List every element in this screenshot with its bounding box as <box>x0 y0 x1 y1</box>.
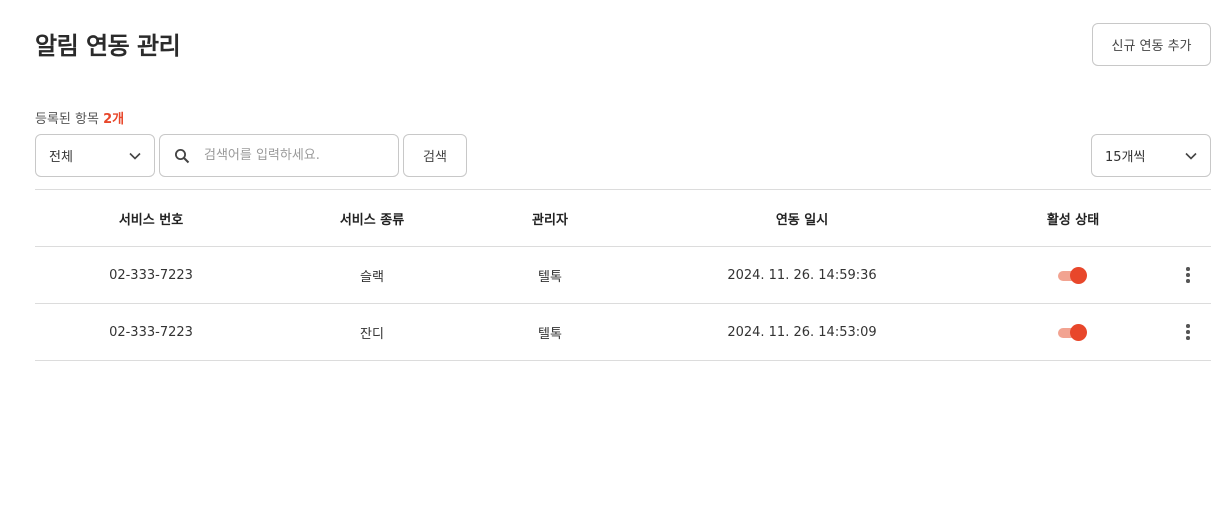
more-vertical-icon[interactable] <box>1178 265 1198 285</box>
more-vertical-icon[interactable] <box>1178 322 1198 342</box>
column-header-manager: 관리자 <box>532 212 568 228</box>
table-header-row: 서비스 번호 서비스 종류 관리자 연동 일시 활성 상태 <box>35 190 1211 247</box>
item-count-value: 2개 <box>103 112 125 127</box>
chevron-down-icon <box>1185 152 1197 160</box>
column-header-service-type: 서비스 종류 <box>339 212 405 228</box>
search-button[interactable]: 검색 <box>403 134 467 177</box>
item-count-label: 등록된 항목 <box>35 112 99 127</box>
category-filter-select[interactable]: 전체 <box>35 134 155 177</box>
linked-at-cell: 2024. 11. 26. 14:53:09 <box>727 324 877 340</box>
table-row: 02-333-7223 슬랙 텔톡 2024. 11. 26. 14:59:36 <box>35 247 1211 304</box>
column-header-linked-at: 연동 일시 <box>775 212 829 228</box>
table-row: 02-333-7223 잔디 텔톡 2024. 11. 26. 14:53:09 <box>35 304 1211 361</box>
active-toggle[interactable] <box>1058 267 1088 284</box>
search-input[interactable] <box>204 148 374 163</box>
service-number-cell: 02-333-7223 <box>109 267 193 283</box>
page-title: 알림 연동 관리 <box>35 32 181 60</box>
chevron-down-icon <box>129 152 141 160</box>
service-type-cell: 슬랙 <box>360 269 384 285</box>
active-status-cell <box>981 247 1165 303</box>
search-box[interactable] <box>159 134 399 177</box>
search-icon <box>175 148 190 163</box>
active-toggle[interactable] <box>1058 324 1088 341</box>
page-size-select[interactable]: 15개씩 <box>1091 134 1211 177</box>
manager-cell: 텔톡 <box>538 269 562 285</box>
integration-table: 서비스 번호 서비스 종류 관리자 연동 일시 활성 상태 02-333-722… <box>35 189 1211 361</box>
row-actions-cell <box>1165 247 1211 303</box>
linked-at-cell: 2024. 11. 26. 14:59:36 <box>727 267 877 283</box>
add-integration-button[interactable]: 신규 연동 추가 <box>1092 23 1211 66</box>
item-count: 등록된 항목 2개 <box>35 108 124 127</box>
column-header-service-number: 서비스 번호 <box>118 212 184 228</box>
category-filter-value: 전체 <box>49 150 73 165</box>
service-type-cell: 잔디 <box>360 326 384 342</box>
column-header-active-status: 활성 상태 <box>1046 212 1100 228</box>
manager-cell: 텔톡 <box>538 326 562 342</box>
service-number-cell: 02-333-7223 <box>109 324 193 340</box>
page-size-value: 15개씩 <box>1105 150 1146 165</box>
active-status-cell <box>981 304 1165 360</box>
row-actions-cell <box>1165 304 1211 360</box>
